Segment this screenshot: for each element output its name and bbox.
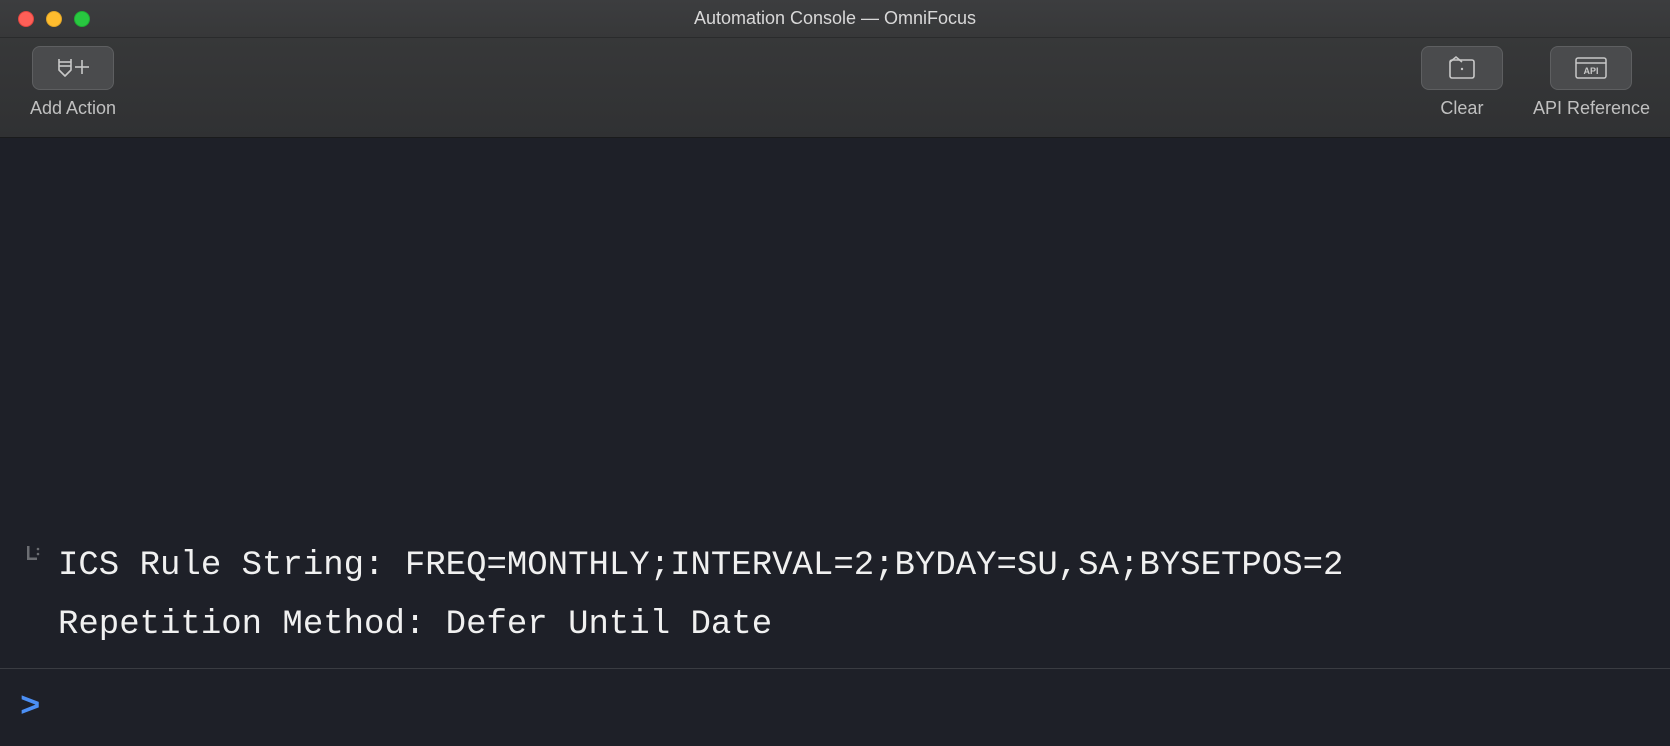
close-window-button[interactable] [18,11,34,27]
add-action-label: Add Action [30,98,116,119]
output-entry: ICS Rule String: FREQ=MONTHLY;INTERVAL=2… [0,527,1670,668]
toolbar-item-clear: Clear [1421,46,1503,119]
console-input[interactable] [40,689,1650,727]
zoom-window-button[interactable] [74,11,90,27]
minimize-window-button[interactable] [46,11,62,27]
window-title: Automation Console — OmniFocus [694,8,976,29]
api-reference-icon: API [1574,56,1608,80]
output-indicator-icon [20,537,48,561]
prompt-symbol: > [20,689,40,727]
traffic-lights [18,11,90,27]
clear-icon [1447,55,1477,81]
svg-text:API: API [1584,66,1599,76]
console-input-area: > [0,668,1670,746]
api-reference-label: API Reference [1533,98,1650,119]
titlebar: Automation Console — OmniFocus [0,0,1670,38]
toolbar-item-add-action: Add Action [30,46,116,119]
output-text: ICS Rule String: FREQ=MONTHLY;INTERVAL=2… [48,537,1650,654]
toolbar: Add Action Clear API API Referen [0,38,1670,138]
console-output: ICS Rule String: FREQ=MONTHLY;INTERVAL=2… [0,138,1670,668]
add-action-button[interactable] [32,46,114,90]
api-reference-button[interactable]: API [1550,46,1632,90]
toolbar-item-api-reference: API API Reference [1533,46,1650,119]
clear-label: Clear [1440,98,1483,119]
console-content: ICS Rule String: FREQ=MONTHLY;INTERVAL=2… [0,138,1670,746]
clear-button[interactable] [1421,46,1503,90]
add-action-icon [55,56,91,80]
